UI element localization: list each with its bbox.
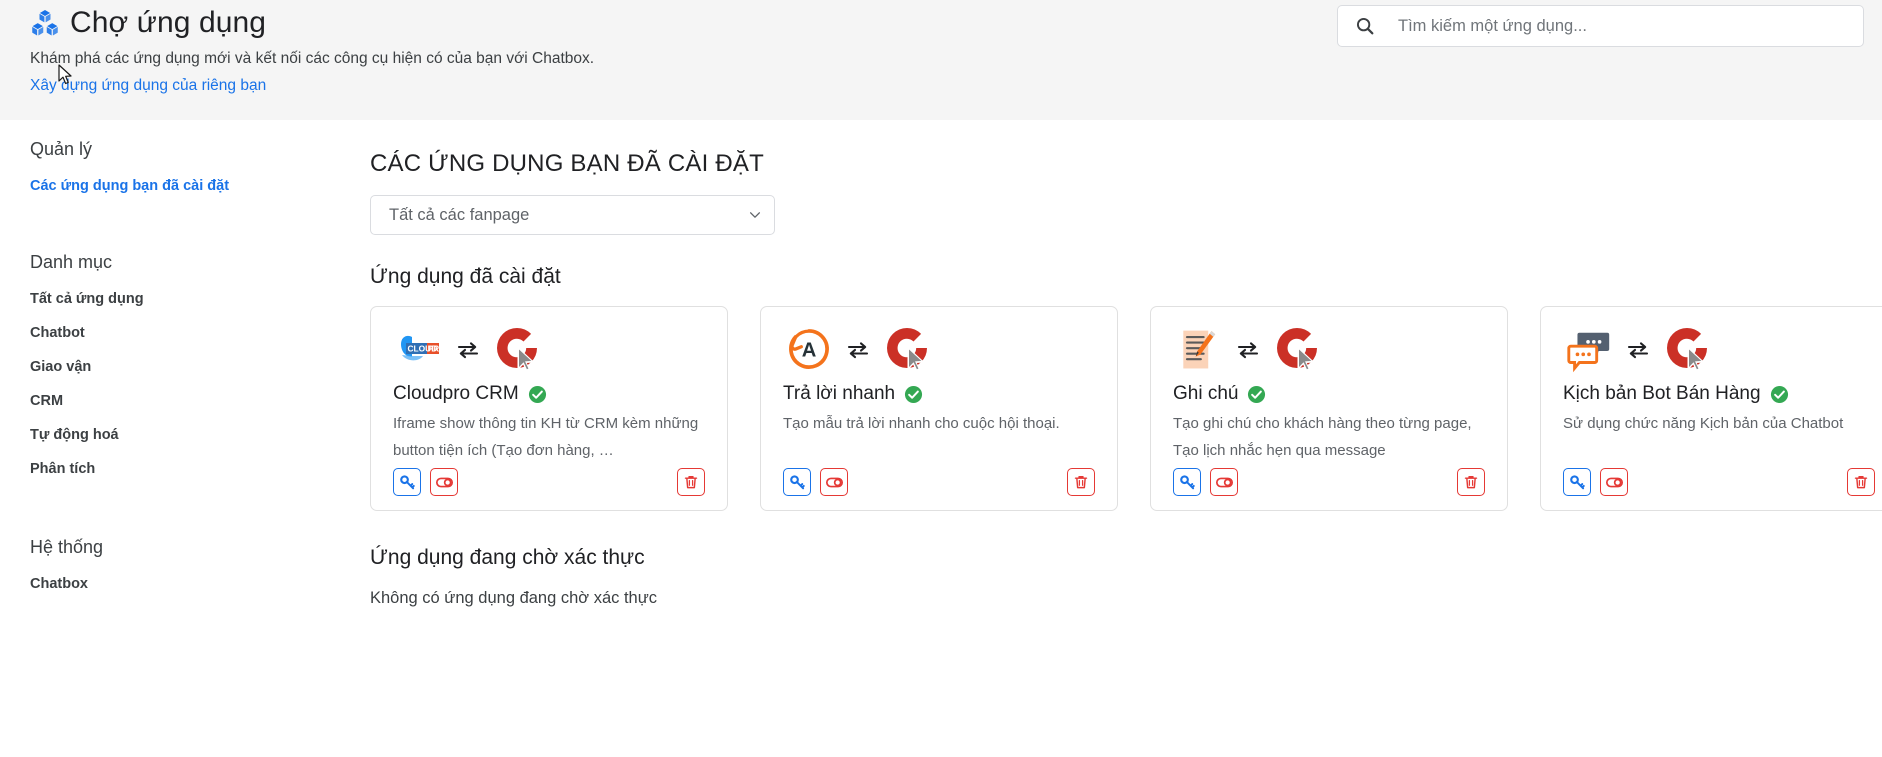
app-card-title-row: Cloudpro CRM	[393, 382, 705, 406]
main-heading: CÁC ỨNG DỤNG BẠN ĐÃ CÀI ĐẶT	[370, 150, 764, 178]
app-card-bot-script[interactable]: Kịch bản Bot Bán Hàng Sử dụng chức năng …	[1540, 306, 1882, 512]
sidebar: Quản lý Các ứng dụng bạn đã cài đặt Danh…	[0, 120, 370, 757]
build-your-own-app-link[interactable]: Xây dựng ứng dụng của riêng bạn	[30, 77, 266, 95]
swap-arrows-icon	[1237, 342, 1259, 359]
sidebar-group-categories: Danh mục Tất cả ứng dụng Chatbot Giao vậ…	[30, 251, 370, 478]
fanpage-select[interactable]: Tất cả các fanpage	[370, 195, 775, 236]
search-input[interactable]	[1396, 15, 1851, 37]
verified-icon	[905, 385, 923, 403]
title-row: Chợ ứng dụng	[30, 6, 594, 40]
sidebar-group-title-manage: Quản lý	[30, 139, 93, 159]
verified-icon	[1248, 385, 1266, 403]
app-card-actions	[393, 468, 705, 497]
app-card-actions	[1563, 468, 1875, 497]
chatbox-logo-icon	[497, 328, 537, 372]
pending-apps-section-title: Ứng dụng đang chờ xác thực	[370, 546, 645, 570]
page-header: Chợ ứng dụng Khám phá các ứng dụng mới v…	[0, 0, 1882, 120]
app-card-quick-reply[interactable]: A Trả lời nhanh Tạo mẫu trả lời nhanh ch…	[760, 306, 1118, 512]
page-body: Quản lý Các ứng dụng bạn đã cài đặt Danh…	[0, 120, 1882, 757]
sidebar-group-title-categories: Danh mục	[30, 252, 113, 272]
search-icon	[1356, 17, 1374, 35]
toggle-icon[interactable]	[430, 468, 458, 497]
app-name: Ghi chú	[1173, 383, 1239, 405]
trash-icon[interactable]	[677, 468, 705, 497]
cloudpro-logo-icon: CLOUD PRO	[393, 324, 445, 376]
verified-icon	[1770, 385, 1788, 403]
svg-text:A: A	[802, 340, 817, 362]
chatbox-logo-icon	[1667, 328, 1707, 372]
main-content: CÁC ỨNG DỤNG BẠN ĐÃ CÀI ĐẶT Tất cả các f…	[370, 120, 1882, 757]
app-card-icons: A	[783, 324, 1095, 376]
trash-icon[interactable]	[1847, 468, 1875, 497]
trash-icon[interactable]	[1067, 468, 1095, 497]
sidebar-group-system: Hệ thống Chatbox	[30, 536, 370, 593]
quick-reply-logo-icon: A	[783, 324, 835, 376]
app-card-note[interactable]: Ghi chú Tạo ghi chú cho khách hàng theo …	[1150, 306, 1508, 512]
key-icon[interactable]	[1563, 468, 1591, 497]
bot-script-logo-icon	[1563, 324, 1615, 376]
toggle-icon[interactable]	[820, 468, 848, 497]
app-card-icons: CLOUD PRO	[393, 324, 705, 376]
app-card-cloudpro-crm[interactable]: CLOUD PRO Cloudpro CRM Iframe show thông…	[370, 306, 728, 512]
sidebar-item-automation[interactable]: Tự động hoá	[30, 426, 370, 444]
key-icon[interactable]	[393, 468, 421, 497]
note-logo-icon	[1173, 324, 1225, 376]
pending-apps-empty-text: Không có ứng dụng đang chờ xác thực	[370, 589, 658, 608]
cubes-icon	[32, 10, 58, 36]
sidebar-item-installed-apps[interactable]: Các ứng dụng bạn đã cài đặt	[30, 177, 370, 195]
installed-apps-list: CLOUD PRO Cloudpro CRM Iframe show thông…	[370, 306, 1882, 512]
sidebar-item-all-apps[interactable]: Tất cả ứng dụng	[30, 290, 370, 308]
swap-arrows-icon	[1627, 342, 1649, 359]
app-card-title-row: Ghi chú	[1173, 382, 1485, 406]
key-icon[interactable]	[783, 468, 811, 497]
toggle-icon[interactable]	[1600, 468, 1628, 497]
sidebar-item-logistics[interactable]: Giao vận	[30, 358, 370, 376]
app-card-actions	[1173, 468, 1485, 497]
app-card-title-row: Kịch bản Bot Bán Hàng	[1563, 382, 1875, 406]
app-description: Tạo ghi chú cho khách hàng theo từng pag…	[1173, 415, 1472, 460]
app-description: Tạo mẫu trả lời nhanh cho cuộc hội thoại…	[783, 415, 1060, 433]
chatbox-logo-icon	[887, 328, 927, 372]
sidebar-group-manage: Quản lý Các ứng dụng bạn đã cài đặt	[30, 138, 370, 195]
installed-apps-section-title: Ứng dụng đã cài đặt	[370, 265, 561, 289]
app-name: Cloudpro CRM	[393, 383, 519, 405]
swap-arrows-icon	[847, 342, 869, 359]
page-title: Chợ ứng dụng	[70, 6, 267, 39]
svg-text:PRO: PRO	[428, 344, 445, 354]
app-description: Iframe show thông tin KH từ CRM kèm nhữn…	[393, 415, 699, 460]
app-name: Trả lời nhanh	[783, 383, 896, 405]
app-card-title-row: Trả lời nhanh	[783, 382, 1095, 406]
app-card-actions	[783, 468, 1095, 497]
app-name: Kịch bản Bot Bán Hàng	[1563, 383, 1761, 405]
sidebar-item-analytics[interactable]: Phân tích	[30, 460, 370, 478]
trash-icon[interactable]	[1457, 468, 1485, 497]
header-left-block: Chợ ứng dụng Khám phá các ứng dụng mới v…	[30, 6, 594, 95]
sidebar-item-chatbox[interactable]: Chatbox	[30, 575, 370, 593]
sidebar-item-chatbot[interactable]: Chatbot	[30, 324, 370, 342]
swap-arrows-icon	[457, 342, 479, 359]
key-icon[interactable]	[1173, 468, 1201, 497]
page-subtitle: Khám phá các ứng dụng mới và kết nối các…	[30, 50, 595, 67]
sidebar-group-title-system: Hệ thống	[30, 537, 104, 557]
fanpage-filter[interactable]: Tất cả các fanpage	[370, 195, 775, 236]
toggle-icon[interactable]	[1210, 468, 1238, 497]
chatbox-logo-icon	[1277, 328, 1317, 372]
sidebar-item-crm[interactable]: CRM	[30, 392, 370, 410]
app-card-icons	[1173, 324, 1485, 376]
verified-icon	[528, 385, 546, 403]
app-card-icons	[1563, 324, 1875, 376]
search-bar[interactable]	[1337, 5, 1864, 47]
app-description: Sử dụng chức năng Kịch bản của Chatbot	[1563, 415, 1844, 433]
